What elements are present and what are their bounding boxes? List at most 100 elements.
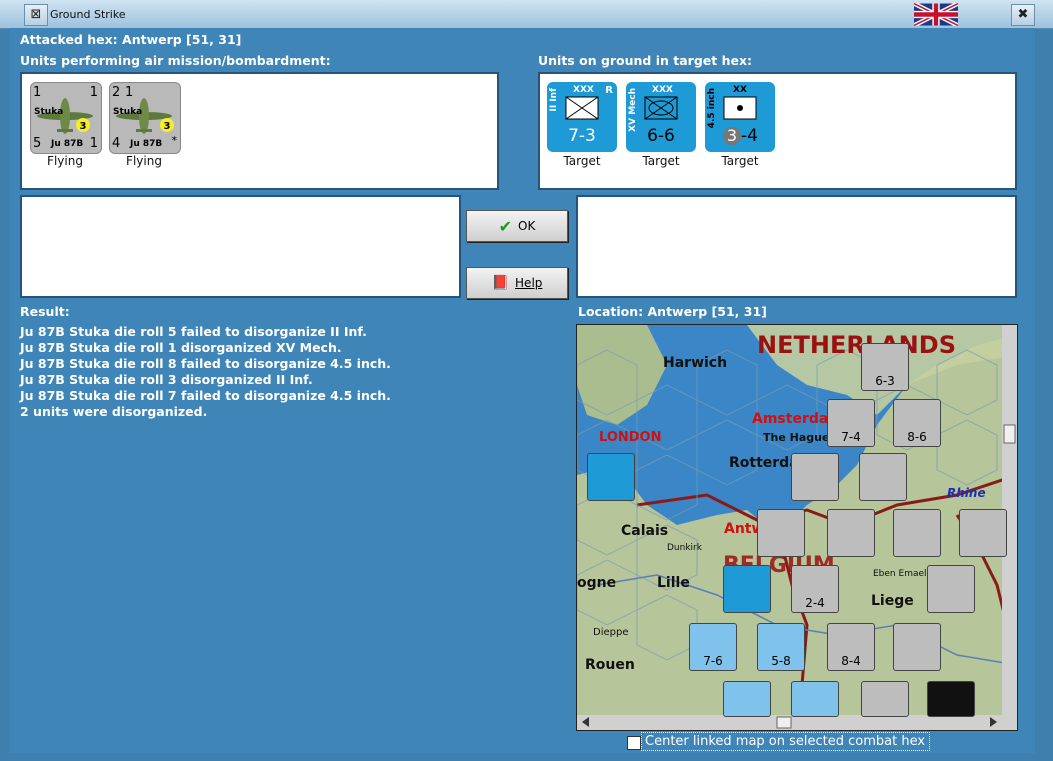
map-counter[interactable] <box>893 509 941 557</box>
help-button[interactable]: 📕 Help <box>466 267 568 299</box>
map-counter[interactable] <box>959 509 1007 557</box>
map-counter[interactable]: 7-4 <box>827 399 875 447</box>
map-label-rouen: Rouen <box>585 657 635 673</box>
map-counter[interactable] <box>791 681 839 717</box>
map-counter[interactable] <box>723 565 771 613</box>
checkmark-icon: ✔ <box>498 216 513 236</box>
map-label-calais: Calais <box>621 523 669 539</box>
center-linked-checkbox[interactable] <box>627 736 641 750</box>
unit-model: Ju 87B <box>51 139 84 149</box>
unit-top-right: 1 <box>89 85 98 100</box>
result-line: Ju 87B Stuka die roll 7 failed to disorg… <box>20 388 391 403</box>
unit-size: XXX <box>652 85 673 95</box>
close-button[interactable]: ✖ <box>1011 4 1035 26</box>
ground-units-label: Units on ground in target hex: <box>538 53 753 68</box>
map-label-rhine: Rhine <box>947 486 986 500</box>
map-counter[interactable]: 5-8 <box>757 623 805 671</box>
map-counter[interactable] <box>723 681 771 717</box>
unit-name: Stuka <box>34 107 64 117</box>
map-counter[interactable] <box>587 453 635 501</box>
result-line: Ju 87B Stuka die roll 8 failed to disorg… <box>20 356 391 371</box>
map-counter[interactable] <box>791 453 839 501</box>
unit-top-left: 2 <box>112 85 121 100</box>
infantry-symbol-icon <box>565 96 599 120</box>
ok-label: OK <box>518 219 536 233</box>
help-book-icon: 📕 <box>491 275 510 291</box>
ground-units-panel: II Inf XXX R 7-3 Target XV Mech XXX 6-6 … <box>538 72 1017 190</box>
map-counter[interactable]: 7-6 <box>689 623 737 671</box>
unit-strength: 7-3 <box>568 126 596 146</box>
map-counter[interactable] <box>859 453 907 501</box>
ground-unit-status: Target <box>721 154 759 168</box>
ground-unit-status: Target <box>642 154 680 168</box>
unit-model: Ju 87B <box>130 139 163 149</box>
map-counter[interactable] <box>757 509 805 557</box>
unit-top-left: 1 <box>33 85 42 100</box>
air-units-panel: 3 1 1 Stuka 5 Ju 87B 1 Flying 3 2 1 Stuk… <box>20 72 499 190</box>
unit-bottom-right: * <box>171 134 178 147</box>
ground-unit-card[interactable]: II Inf XXX R 7-3 <box>547 82 617 152</box>
map-counter[interactable] <box>927 565 975 613</box>
help-label: Help <box>515 276 543 290</box>
unit-size: XXX <box>573 85 594 95</box>
title-bar: ⊠ Ground Strike ✖ <box>0 0 1053 29</box>
unit-name: Stuka <box>113 107 143 117</box>
map-label-lille: Lille <box>657 575 690 591</box>
map-label-eben-emael: Eben Emael <box>873 569 927 579</box>
map-counter[interactable] <box>927 681 975 717</box>
result-label: Result: <box>20 304 70 319</box>
unit-designation: 4.5 inch <box>707 88 717 129</box>
location-label: Location: Antwerp [51, 31] <box>578 304 767 319</box>
air-unit-card[interactable]: 3 2 1 Stuka 4 Ju 87B * <box>109 82 181 154</box>
ground-unit-card[interactable]: 4.5 inch XX 3 -4 <box>705 82 775 152</box>
mech-symbol-icon <box>644 96 678 120</box>
air-unit-status: Flying <box>47 154 83 168</box>
unit-size: XX <box>733 85 747 95</box>
svg-text:3: 3 <box>164 121 171 132</box>
center-linked-label: Center linked map on selected combat hex <box>645 734 926 749</box>
unit-bottom-left: 4 <box>112 136 121 151</box>
result-line: Ju 87B Stuka die roll 5 failed to disorg… <box>20 324 367 339</box>
location-map[interactable]: NETHERLANDS Harwich Amsterdam The Hague … <box>576 324 1018 731</box>
unit-strength-disorganized: 3 <box>723 127 741 145</box>
artillery-symbol-icon <box>723 96 757 120</box>
map-counter[interactable] <box>827 509 875 557</box>
map-label-harwich: Harwich <box>663 355 728 371</box>
system-menu-button[interactable]: ⊠ <box>24 4 48 26</box>
unit-designation: II Inf <box>549 88 559 112</box>
map-counter[interactable]: 8-4 <box>827 623 875 671</box>
map-vertical-scrollbar[interactable] <box>1002 325 1017 715</box>
svg-text:3: 3 <box>80 121 87 132</box>
unit-top-right: 1 <box>125 85 134 100</box>
map-counter[interactable]: 2-4 <box>791 565 839 613</box>
air-unit-card[interactable]: 3 1 1 Stuka 5 Ju 87B 1 <box>30 82 102 154</box>
map-label-boulogne: ogne <box>577 575 617 591</box>
map-counter[interactable]: 6-3 <box>861 343 909 391</box>
result-log: Ju 87B Stuka die roll 5 failed to disorg… <box>20 324 391 420</box>
map-counter[interactable] <box>893 623 941 671</box>
ground-detail-panel <box>576 195 1017 298</box>
ground-unit-status: Target <box>563 154 601 168</box>
map-label-dieppe: Dieppe <box>593 627 629 638</box>
air-units-label: Units performing air mission/bombardment… <box>20 53 331 68</box>
air-detail-panel <box>20 195 461 298</box>
map-counter[interactable]: 8-6 <box>893 399 941 447</box>
window-title: Ground Strike <box>50 8 126 21</box>
map-label-london: LONDON <box>599 430 662 445</box>
ok-button[interactable]: ✔ OK <box>466 210 568 242</box>
map-label-netherlands: NETHERLANDS <box>757 331 956 359</box>
result-line: 2 units were disorganized. <box>20 404 208 419</box>
map-label-the-hague: The Hague <box>763 431 830 444</box>
map-horizontal-scrollbar[interactable] <box>577 715 1002 730</box>
ground-unit-card[interactable]: XV Mech XXX 6-6 <box>626 82 696 152</box>
unit-bottom-right: 1 <box>89 136 98 151</box>
attacked-hex-label: Attacked hex: Antwerp [51, 31] <box>20 32 242 47</box>
unit-strength: 6-6 <box>647 126 675 146</box>
unit-bottom-left: 5 <box>33 136 42 151</box>
air-unit-status: Flying <box>126 154 162 168</box>
unit-flag: R <box>605 85 613 96</box>
map-counter[interactable] <box>861 681 909 717</box>
map-label-dunkirk: Dunkirk <box>667 543 702 553</box>
result-line: Ju 87B Stuka die roll 1 disorganized XV … <box>20 340 342 355</box>
uk-flag-icon <box>914 3 958 26</box>
